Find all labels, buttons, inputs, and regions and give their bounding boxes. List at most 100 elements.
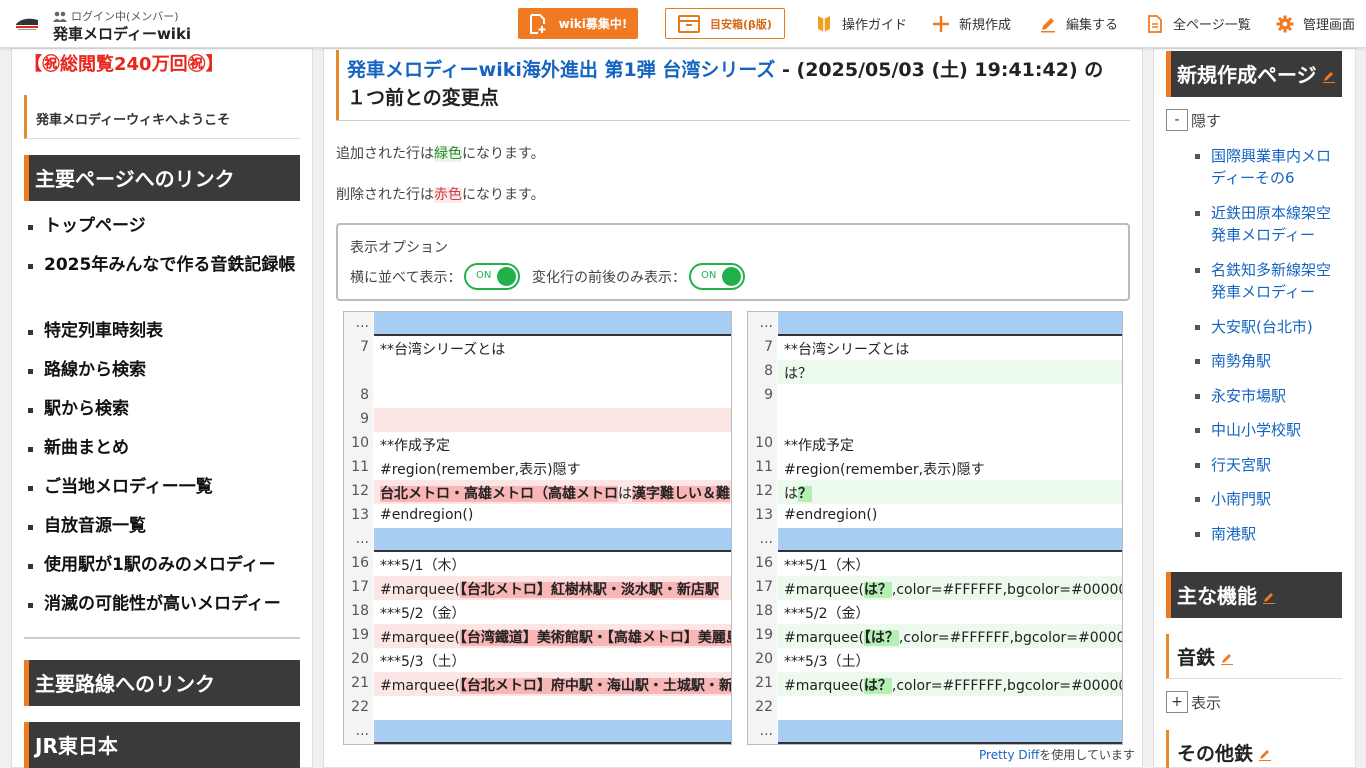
left-link-timetable[interactable]: 特定列車時刻表 (28, 318, 300, 345)
pretty-diff-link[interactable]: Pretty Diff (979, 748, 1039, 762)
line-content: **作成予定 (380, 438, 450, 454)
side-by-side-toggle[interactable]: ON (464, 263, 520, 290)
line-content (374, 696, 731, 720)
users-icon (53, 11, 67, 22)
login-status-text: ログイン中(メンバー) (71, 10, 179, 23)
line-number: 8 (344, 384, 373, 408)
line-content: **台湾シリーズとは (380, 342, 506, 358)
new-pages-heading: 新規作成ページ (1166, 51, 1342, 97)
nav-guide[interactable]: 操作ガイド (815, 14, 907, 33)
diff-row: 11 #region(remember,表示)隠す (748, 456, 1122, 480)
new-page-link[interactable]: 名鉄知多新線架空発車メロディー (1195, 259, 1336, 303)
new-page-link[interactable]: 近鉄田原本線架空発車メロディー (1195, 202, 1336, 246)
new-page-link[interactable]: 永安市場駅 (1195, 385, 1336, 407)
unchanged-text: ,color=#FFFFFF,bgcolor=#000000) (891, 678, 1122, 694)
new-page-link[interactable]: 南港駅 (1195, 523, 1336, 545)
line-number: 19 (748, 624, 777, 648)
line-number: 13 (748, 504, 777, 528)
nav-new[interactable]: 新規作成 (932, 14, 1011, 33)
welcome-link[interactable]: 発車メロディーウィキへようこそ (24, 95, 300, 139)
diff-row: ... (344, 720, 731, 744)
wiki-recruit-button[interactable]: wiki募集中! (518, 8, 638, 39)
diff-old-pane[interactable]: ... 7 **台湾シリーズとは 8 9 10 **作成予定 11 #region(rememb… (343, 311, 732, 745)
nav-all-pages[interactable]: 全ページ一覧 (1146, 14, 1251, 33)
new-page-link[interactable]: 国際興業車内メロディーその6 (1195, 145, 1336, 189)
diff-row: 8 (344, 384, 731, 408)
line-content: #marquee(は？,color=#FFFFFF,bgcolor=#00000… (778, 672, 1122, 696)
show-toggle-button[interactable]: + (1166, 691, 1188, 713)
suggestion-box-button[interactable]: 目安箱(β版) (665, 8, 785, 39)
line-content: ***5/3（土） (380, 654, 466, 670)
new-page-link[interactable]: 中山小学校駅 (1195, 419, 1336, 441)
guide-icon (818, 15, 830, 32)
line-content: #marquee(【は？,color=#FFFFFF,bgcolor=#0000… (778, 624, 1122, 648)
line-number: 7 (344, 336, 373, 360)
new-page-link[interactable]: 大安駅(台北市) (1195, 316, 1336, 338)
unchanged-text: は (618, 486, 632, 502)
gear-icon (1276, 15, 1294, 32)
left-link-by-line[interactable]: 路線から検索 (28, 357, 300, 384)
diff-row: 22 (748, 696, 1122, 720)
deleted-lines-note: 削除された行は赤色になります。 (336, 184, 545, 204)
nav-edit[interactable]: 編集する (1039, 14, 1118, 33)
nav-edit-label: 編集する (1066, 18, 1119, 33)
line-number: 13 (344, 504, 373, 528)
diff-row: 20 ***5/3（土） (344, 648, 731, 672)
side-by-side-label: 横に並べて表示： (350, 270, 462, 286)
site-name[interactable]: 発車メロディーwiki (53, 23, 191, 44)
line-content (778, 312, 1122, 336)
page-title-link[interactable]: 発車メロディーwiki海外進出 第1弾 台湾シリーズ (347, 59, 775, 81)
line-content: #region(remember,表示)隠す (380, 462, 581, 478)
diff-row: ... (748, 528, 1122, 552)
left-link-top-page[interactable]: トップページ (28, 213, 300, 240)
nav-all-pages-label: 全ページ一覧 (1173, 18, 1251, 33)
train-logo-icon[interactable] (14, 12, 40, 32)
left-link-single-station[interactable]: 使用駅が1駅のみのメロディー (28, 552, 300, 579)
line-content (374, 384, 731, 408)
line-content: は？ (778, 480, 1122, 504)
line-number: ... (344, 528, 373, 552)
hide-toggle-button[interactable]: - (1166, 109, 1188, 131)
changed-text: 【台湾鐵道】美術館駅・【高雄メトロ】美麗島 (459, 630, 731, 646)
left-link-local-melodies[interactable]: ご当地メロディー一覧 (28, 474, 300, 501)
edit-icon[interactable] (1221, 653, 1234, 665)
diff-row: ... (344, 528, 731, 552)
diff-new-pane[interactable]: ... 7 **台湾シリーズとは 8 は？ 9 10 **作成予定 11 #region(reme… (747, 311, 1123, 745)
diff-row: 19 #marquee(【台湾鐵道】美術館駅・【高雄メトロ】美麗島 (344, 624, 731, 648)
left-link-endangered[interactable]: 消滅の可能性が高いメロディー (28, 591, 300, 618)
line-content: は？ (778, 360, 1122, 384)
hide-toggle-label: 隠す (1191, 112, 1222, 130)
added-lines-note: 追加された行は緑色になります。 (336, 143, 545, 163)
nav-admin[interactable]: 管理画面 (1276, 14, 1355, 33)
title-divider (336, 120, 1130, 121)
new-page-link[interactable]: 小南門駅 (1195, 488, 1336, 510)
edit-icon[interactable] (1322, 71, 1335, 83)
total-views-banner: 【㊗総閲覧240万回㊗】 (24, 54, 224, 75)
left-link-by-station[interactable]: 駅から検索 (28, 396, 300, 423)
left-link-2025-record[interactable]: 2025年みんなで作る音鉄記録帳 (28, 252, 300, 279)
line-number: 22 (748, 696, 777, 720)
diff-row: 16 ***5/1（木） (748, 552, 1122, 576)
diff-row: ... (748, 312, 1122, 336)
line-number: 7 (748, 336, 777, 360)
new-page-link[interactable]: 南勢角駅 (1195, 350, 1336, 372)
left-link-new-songs[interactable]: 新曲まとめ (28, 435, 300, 462)
diff-row: 10 **作成予定 (344, 432, 731, 456)
line-number: 9 (748, 384, 777, 408)
changed-only-toggle[interactable]: ON (689, 263, 745, 290)
login-status: ログイン中(メンバー) (53, 8, 179, 24)
new-page-link[interactable]: 行天宮駅 (1195, 454, 1336, 476)
line-content: **作成予定 (784, 438, 854, 454)
pretty-diff-suffix: を使用しています (1039, 748, 1135, 762)
left-link-own-recordings[interactable]: 自放音源一覧 (28, 513, 300, 540)
line-content (778, 528, 1122, 552)
edit-icon[interactable] (1259, 749, 1272, 761)
jr-east-heading[interactable]: JR東日本 (24, 722, 300, 768)
edit-icon[interactable] (1263, 592, 1275, 604)
line-number: 18 (344, 600, 373, 624)
diff-row: 19 #marquee(【は？,color=#FFFFFF,bgcolor=#00… (748, 624, 1122, 648)
unchanged-text: #marquee( (380, 630, 460, 646)
main-pages-heading: 主要ページへのリンク (24, 155, 300, 201)
show-toggle-label: 表示 (1191, 694, 1222, 712)
nav-admin-label: 管理画面 (1303, 18, 1356, 33)
